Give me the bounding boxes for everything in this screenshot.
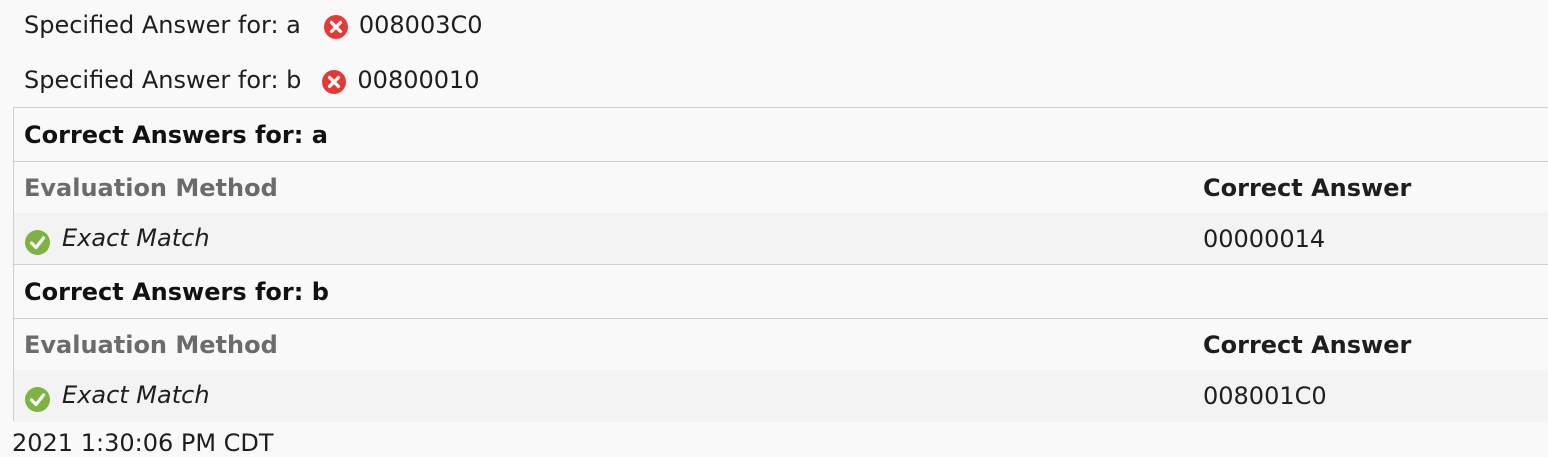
correct-icon [24, 229, 51, 256]
specified-answer-label: Specified Answer for: a [24, 11, 301, 39]
submission-timestamp: 2021 1:30:06 PM CDT [12, 429, 274, 457]
evaluation-method-cell: Exact Match [24, 224, 210, 255]
specified-answer-a: Specified Answer for: a 008003C0 [24, 5, 483, 45]
correct-answer-value: 00000014 [1203, 225, 1326, 253]
column-header-evaluation-method: Evaluation Method [24, 331, 278, 359]
correct-answers-title-a: Correct Answers for: a [14, 108, 1548, 161]
correct-answer-value: 008001C0 [1203, 382, 1327, 410]
incorrect-icon [321, 69, 347, 95]
specified-answer-b: Specified Answer for: b 00800010 [24, 60, 480, 100]
specified-answer-value: 00800010 [357, 66, 480, 94]
column-header-correct-answer: Correct Answer [1203, 174, 1412, 202]
column-header-row: Evaluation Method Correct Answer [14, 318, 1548, 370]
correct-answers-title-b: Correct Answers for: b [14, 265, 1548, 318]
correct-icon [24, 386, 51, 413]
column-header-row: Evaluation Method Correct Answer [14, 161, 1548, 213]
specified-answer-value: 008003C0 [358, 11, 483, 39]
correct-answers-table: Correct Answers for: a Evaluation Method… [13, 107, 1548, 422]
evaluation-method-label: Exact Match [62, 381, 210, 409]
incorrect-icon [323, 14, 349, 40]
column-header-evaluation-method: Evaluation Method [24, 174, 278, 202]
specified-answer-label: Specified Answer for: b [24, 66, 302, 94]
table-row: Exact Match 008001C0 [14, 370, 1548, 422]
evaluation-method-label: Exact Match [62, 224, 210, 252]
evaluation-method-cell: Exact Match [24, 381, 210, 412]
table-row: Exact Match 00000014 [14, 213, 1548, 265]
column-header-correct-answer: Correct Answer [1203, 331, 1412, 359]
